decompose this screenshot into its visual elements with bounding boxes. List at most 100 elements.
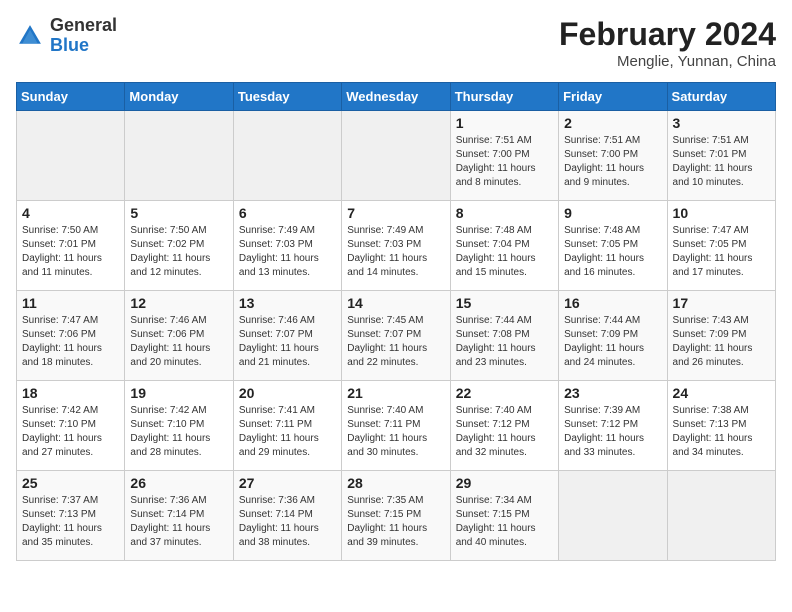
weekday-header-row: SundayMondayTuesdayWednesdayThursdayFrid… xyxy=(17,83,776,111)
day-info: Sunrise: 7:47 AMSunset: 7:06 PMDaylight:… xyxy=(22,314,119,370)
day-info: Sunrise: 7:35 AMSunset: 7:15 PMDaylight:… xyxy=(347,494,444,550)
month-year-title: February 2024 xyxy=(559,16,776,53)
day-number: 4 xyxy=(22,205,119,221)
calendar-week-row: 25Sunrise: 7:37 AMSunset: 7:13 PMDayligh… xyxy=(17,471,776,561)
day-number: 3 xyxy=(673,115,770,131)
day-info: Sunrise: 7:36 AMSunset: 7:14 PMDaylight:… xyxy=(239,494,336,550)
day-number: 26 xyxy=(130,475,227,491)
day-number: 13 xyxy=(239,295,336,311)
day-info: Sunrise: 7:43 AMSunset: 7:09 PMDaylight:… xyxy=(673,314,770,370)
calendar-cell: 24 Sunrise: 7:38 AMSunset: 7:13 PMDayligh… xyxy=(667,381,775,471)
calendar-cell: 16 Sunrise: 7:44 AMSunset: 7:09 PMDayligh… xyxy=(559,291,667,381)
logo-blue: Blue xyxy=(50,35,89,55)
calendar-cell: 2 Sunrise: 7:51 AMSunset: 7:00 PMDaylight… xyxy=(559,111,667,201)
weekday-header-wednesday: Wednesday xyxy=(342,83,450,111)
day-number: 17 xyxy=(673,295,770,311)
logo-text: General Blue xyxy=(50,16,117,56)
day-number: 8 xyxy=(456,205,553,221)
day-info: Sunrise: 7:36 AMSunset: 7:14 PMDaylight:… xyxy=(130,494,227,550)
day-info: Sunrise: 7:40 AMSunset: 7:12 PMDaylight:… xyxy=(456,404,553,460)
day-number: 10 xyxy=(673,205,770,221)
day-number: 9 xyxy=(564,205,661,221)
day-number: 23 xyxy=(564,385,661,401)
calendar-cell: 13Sunrise: 7:46 AMSunset: 7:07 PMDayligh… xyxy=(233,291,341,381)
day-number: 15 xyxy=(456,295,553,311)
calendar-cell: 20 Sunrise: 7:41 AMSunset: 7:11 PMDayligh… xyxy=(233,381,341,471)
calendar-cell: 22 Sunrise: 7:40 AMSunset: 7:12 PMDayligh… xyxy=(450,381,558,471)
day-number: 18 xyxy=(22,385,119,401)
day-info: Sunrise: 7:51 AMSunset: 7:00 PMDaylight:… xyxy=(456,134,553,190)
calendar-cell: 11 Sunrise: 7:47 AMSunset: 7:06 PMDayligh… xyxy=(17,291,125,381)
day-info: Sunrise: 7:40 AMSunset: 7:11 PMDaylight:… xyxy=(347,404,444,460)
day-number: 24 xyxy=(673,385,770,401)
calendar-cell: 6Sunrise: 7:49 AMSunset: 7:03 PMDaylight… xyxy=(233,201,341,291)
calendar-cell xyxy=(342,111,450,201)
calendar-cell: 1Sunrise: 7:51 AMSunset: 7:00 PMDaylight… xyxy=(450,111,558,201)
day-info: Sunrise: 7:50 AMSunset: 7:02 PMDaylight:… xyxy=(130,224,227,280)
weekday-header-thursday: Thursday xyxy=(450,83,558,111)
calendar-cell xyxy=(667,471,775,561)
day-number: 29 xyxy=(456,475,553,491)
weekday-header-tuesday: Tuesday xyxy=(233,83,341,111)
day-info: Sunrise: 7:44 AMSunset: 7:08 PMDaylight:… xyxy=(456,314,553,370)
calendar-cell: 23 Sunrise: 7:39 AMSunset: 7:12 PMDayligh… xyxy=(559,381,667,471)
calendar-cell: 27 Sunrise: 7:36 AMSunset: 7:14 PMDayligh… xyxy=(233,471,341,561)
logo-general: General xyxy=(50,15,117,35)
day-number: 16 xyxy=(564,295,661,311)
day-number: 20 xyxy=(239,385,336,401)
weekday-header-sunday: Sunday xyxy=(17,83,125,111)
calendar-cell: 4 Sunrise: 7:50 AMSunset: 7:01 PMDaylight… xyxy=(17,201,125,291)
day-info: Sunrise: 7:51 AMSunset: 7:00 PMDaylight:… xyxy=(564,134,661,190)
calendar-cell: 18 Sunrise: 7:42 AMSunset: 7:10 PMDayligh… xyxy=(17,381,125,471)
calendar-cell: 10 Sunrise: 7:47 AMSunset: 7:05 PMDayligh… xyxy=(667,201,775,291)
calendar-week-row: 4 Sunrise: 7:50 AMSunset: 7:01 PMDaylight… xyxy=(17,201,776,291)
title-area: February 2024 Menglie, Yunnan, China xyxy=(559,16,776,70)
day-info: Sunrise: 7:42 AMSunset: 7:10 PMDaylight:… xyxy=(130,404,227,460)
calendar-cell: 21Sunrise: 7:40 AMSunset: 7:11 PMDayligh… xyxy=(342,381,450,471)
day-info: Sunrise: 7:49 AMSunset: 7:03 PMDaylight:… xyxy=(347,224,444,280)
calendar-cell xyxy=(233,111,341,201)
calendar-cell: 5 Sunrise: 7:50 AMSunset: 7:02 PMDaylight… xyxy=(125,201,233,291)
day-info: Sunrise: 7:45 AMSunset: 7:07 PMDaylight:… xyxy=(347,314,444,370)
day-number: 12 xyxy=(130,295,227,311)
day-info: Sunrise: 7:38 AMSunset: 7:13 PMDaylight:… xyxy=(673,404,770,460)
calendar-cell: 7 Sunrise: 7:49 AMSunset: 7:03 PMDaylight… xyxy=(342,201,450,291)
calendar-cell: 28 Sunrise: 7:35 AMSunset: 7:15 PMDayligh… xyxy=(342,471,450,561)
logo: General Blue xyxy=(16,16,117,56)
day-number: 14 xyxy=(347,295,444,311)
calendar-cell: 9 Sunrise: 7:48 AMSunset: 7:05 PMDaylight… xyxy=(559,201,667,291)
day-number: 25 xyxy=(22,475,119,491)
calendar-cell: 3Sunrise: 7:51 AMSunset: 7:01 PMDaylight… xyxy=(667,111,775,201)
day-info: Sunrise: 7:34 AMSunset: 7:15 PMDaylight:… xyxy=(456,494,553,550)
day-info: Sunrise: 7:48 AMSunset: 7:05 PMDaylight:… xyxy=(564,224,661,280)
calendar-table: SundayMondayTuesdayWednesdayThursdayFrid… xyxy=(16,82,776,561)
day-number: 22 xyxy=(456,385,553,401)
day-number: 6 xyxy=(239,205,336,221)
calendar-week-row: 1Sunrise: 7:51 AMSunset: 7:00 PMDaylight… xyxy=(17,111,776,201)
day-info: Sunrise: 7:50 AMSunset: 7:01 PMDaylight:… xyxy=(22,224,119,280)
calendar-cell: 17 Sunrise: 7:43 AMSunset: 7:09 PMDayligh… xyxy=(667,291,775,381)
calendar-cell: 15 Sunrise: 7:44 AMSunset: 7:08 PMDayligh… xyxy=(450,291,558,381)
day-number: 7 xyxy=(347,205,444,221)
day-number: 27 xyxy=(239,475,336,491)
day-number: 2 xyxy=(564,115,661,131)
location-subtitle: Menglie, Yunnan, China xyxy=(559,53,776,70)
logo-icon xyxy=(16,22,44,50)
weekday-header-saturday: Saturday xyxy=(667,83,775,111)
calendar-week-row: 18 Sunrise: 7:42 AMSunset: 7:10 PMDayligh… xyxy=(17,381,776,471)
calendar-cell: 8 Sunrise: 7:48 AMSunset: 7:04 PMDaylight… xyxy=(450,201,558,291)
calendar-cell xyxy=(125,111,233,201)
day-number: 11 xyxy=(22,295,119,311)
day-info: Sunrise: 7:41 AMSunset: 7:11 PMDaylight:… xyxy=(239,404,336,460)
day-number: 28 xyxy=(347,475,444,491)
day-info: Sunrise: 7:48 AMSunset: 7:04 PMDaylight:… xyxy=(456,224,553,280)
day-info: Sunrise: 7:39 AMSunset: 7:12 PMDaylight:… xyxy=(564,404,661,460)
calendar-week-row: 11 Sunrise: 7:47 AMSunset: 7:06 PMDayligh… xyxy=(17,291,776,381)
day-info: Sunrise: 7:42 AMSunset: 7:10 PMDaylight:… xyxy=(22,404,119,460)
calendar-cell: 29 Sunrise: 7:34 AMSunset: 7:15 PMDayligh… xyxy=(450,471,558,561)
day-number: 5 xyxy=(130,205,227,221)
calendar-cell xyxy=(17,111,125,201)
day-info: Sunrise: 7:44 AMSunset: 7:09 PMDaylight:… xyxy=(564,314,661,370)
calendar-cell: 14 Sunrise: 7:45 AMSunset: 7:07 PMDayligh… xyxy=(342,291,450,381)
day-info: Sunrise: 7:47 AMSunset: 7:05 PMDaylight:… xyxy=(673,224,770,280)
